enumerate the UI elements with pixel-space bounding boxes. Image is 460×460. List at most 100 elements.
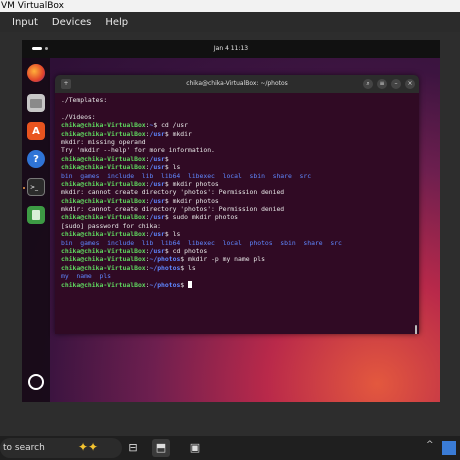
terminal-line: chika@chika-VirtualBox:/usr$ cd photos: [61, 247, 413, 255]
prompt-path: /usr: [149, 196, 165, 205]
prompt-user: chika@chika-VirtualBox: [61, 154, 146, 163]
windows-taskbar: to search ✦✦ ⊟ ⬒ ▣ ^: [0, 436, 460, 460]
terminal-line: chika@chika-VirtualBox:~/photos$ ls: [61, 264, 413, 272]
menu-devices[interactable]: Devices: [52, 17, 91, 28]
prompt-user: chika@chika-VirtualBox: [61, 196, 146, 205]
terminal-line: chika@chika-VirtualBox:~/photos$: [61, 280, 413, 289]
prompt-path: /usr: [149, 179, 165, 188]
virtualbox-menubar: Input Devices Help: [0, 12, 460, 32]
output-text: Try 'mkdir --help' for more information.: [61, 146, 215, 155]
directory-listing: my name pls: [61, 272, 112, 281]
guest-desktop[interactable]: Jan 4 11:13 A ? >_ + chika@chika-Virtual…: [22, 40, 440, 402]
terminal-scrollbar[interactable]: [415, 325, 417, 334]
prompt-command: $ mkdir photos: [164, 179, 219, 188]
prompt-command: $ cd /usr: [153, 121, 189, 130]
prompt-user: chika@chika-VirtualBox: [61, 280, 146, 289]
prompt-user: chika@chika-VirtualBox: [61, 263, 146, 272]
prompt-command: $ mkdir -p my name pls: [180, 255, 265, 264]
prompt-user: chika@chika-VirtualBox: [61, 129, 146, 138]
running-indicator: [23, 187, 25, 189]
search-icon[interactable]: ⌕: [363, 79, 373, 89]
output-text: ./Videos:: [61, 112, 96, 121]
terminal-window[interactable]: + chika@chika-VirtualBox: ~/photos ⌕ ≡ –…: [55, 75, 419, 334]
task-view-icon[interactable]: ⊟: [124, 439, 142, 457]
prompt-user: chika@chika-VirtualBox: [61, 163, 146, 172]
output-text: mkdir: missing operand: [61, 137, 146, 146]
terminal-line: [sudo] password for chika:: [61, 222, 413, 230]
app-center-icon[interactable]: A: [27, 122, 45, 140]
directory-listing: bin games include lib lib64 libexec loca…: [61, 171, 312, 180]
copilot-icon[interactable]: ✦✦: [78, 440, 98, 454]
prompt-command: $: [164, 154, 169, 163]
terminal-output[interactable]: ./Templates: ./Videos: chika@chika-Virtual…: [55, 93, 419, 289]
help-icon[interactable]: ?: [27, 150, 45, 168]
trash-icon[interactable]: [27, 206, 45, 224]
menu-icon[interactable]: ≡: [377, 79, 387, 89]
terminal-line: chika@chika-VirtualBox:/usr$ sudo mkdir …: [61, 213, 413, 221]
terminal-line: chika@chika-VirtualBox:/usr$ ls: [61, 163, 413, 171]
terminal-title: chika@chika-VirtualBox: ~/photos: [186, 80, 288, 87]
virtualbox-title: VM VirtualBox: [0, 0, 460, 12]
clock[interactable]: Jan 4 11:13: [22, 40, 440, 58]
virtualbox-taskbar-icon[interactable]: ⬒: [152, 439, 170, 457]
menu-help[interactable]: Help: [105, 17, 128, 28]
terminal-line: ./Videos:: [61, 113, 413, 121]
dock: A ? >_: [22, 58, 50, 402]
prompt-user: chika@chika-VirtualBox: [61, 179, 146, 188]
close-icon[interactable]: ×: [405, 79, 415, 89]
prompt-command: $ mkdir photos: [164, 196, 219, 205]
terminal-line: chika@chika-VirtualBox:~$ cd /usr: [61, 121, 413, 129]
prompt-command: $ ls: [164, 163, 181, 172]
directory-listing: bin games include lib lib64 libexec loca…: [61, 238, 342, 247]
gnome-top-bar: Jan 4 11:13: [22, 40, 440, 58]
prompt-command: $ mkdir: [164, 129, 192, 138]
prompt-path: ~/photos: [149, 263, 181, 272]
prompt-command: $ cd photos: [164, 247, 208, 256]
output-text: [sudo] password for chika:: [61, 221, 162, 230]
files-icon[interactable]: [27, 94, 45, 112]
firefox-icon[interactable]: [27, 64, 45, 82]
terminal-line: mkdir: cannot create directory 'photos':…: [61, 188, 413, 196]
minimize-icon[interactable]: –: [391, 79, 401, 89]
show-apps-icon[interactable]: [28, 374, 44, 390]
terminal-line: chika@chika-VirtualBox:/usr$ mkdir photo…: [61, 197, 413, 205]
prompt-command: $ ls: [180, 263, 196, 272]
output-text: ./Templates:: [61, 96, 108, 104]
prompt-user: chika@chika-VirtualBox: [61, 230, 146, 239]
tray-app-icon[interactable]: [442, 441, 456, 455]
taskbar-search[interactable]: to search: [0, 438, 122, 458]
app-taskbar-icon[interactable]: ▣: [186, 439, 204, 457]
prompt-user: chika@chika-VirtualBox: [61, 121, 146, 130]
prompt-path: /usr: [149, 154, 165, 163]
terminal-line: mkdir: missing operand: [61, 138, 413, 146]
terminal-line: bin games include lib lib64 libexec loca…: [61, 172, 413, 180]
prompt-user: chika@chika-VirtualBox: [61, 247, 146, 256]
prompt-command: $ sudo mkdir photos: [164, 213, 239, 222]
output-text: mkdir: cannot create directory 'photos':…: [61, 205, 285, 214]
prompt-path: ~/photos: [149, 255, 181, 264]
terminal-icon[interactable]: >_: [27, 178, 45, 196]
text-cursor: [188, 280, 192, 288]
terminal-line: chika@chika-VirtualBox:/usr$ mkdir photo…: [61, 180, 413, 188]
new-tab-icon[interactable]: +: [61, 79, 71, 89]
prompt-path: ~/photos: [149, 280, 181, 289]
terminal-line: chika@chika-VirtualBox:/usr$ mkdir: [61, 130, 413, 138]
prompt-command: $: [180, 280, 188, 289]
prompt-user: chika@chika-VirtualBox: [61, 213, 146, 222]
tray-chevron-icon[interactable]: ^: [426, 440, 434, 450]
prompt-path: /usr: [149, 213, 165, 222]
terminal-line: Try 'mkdir --help' for more information.: [61, 146, 413, 154]
prompt-path: /usr: [149, 163, 165, 172]
prompt-path: /usr: [149, 247, 165, 256]
terminal-line: my name pls: [61, 272, 413, 280]
terminal-line: chika@chika-VirtualBox:/usr$: [61, 155, 413, 163]
terminal-line: bin games include lib lib64 libexec loca…: [61, 239, 413, 247]
prompt-command: $ ls: [164, 230, 181, 239]
terminal-header[interactable]: + chika@chika-VirtualBox: ~/photos ⌕ ≡ –…: [55, 75, 419, 93]
prompt-path: /usr: [149, 129, 165, 138]
output-text: mkdir: cannot create directory 'photos':…: [61, 188, 285, 197]
prompt-user: chika@chika-VirtualBox: [61, 255, 146, 264]
menu-input[interactable]: Input: [12, 17, 38, 28]
terminal-line: mkdir: cannot create directory 'photos':…: [61, 205, 413, 213]
